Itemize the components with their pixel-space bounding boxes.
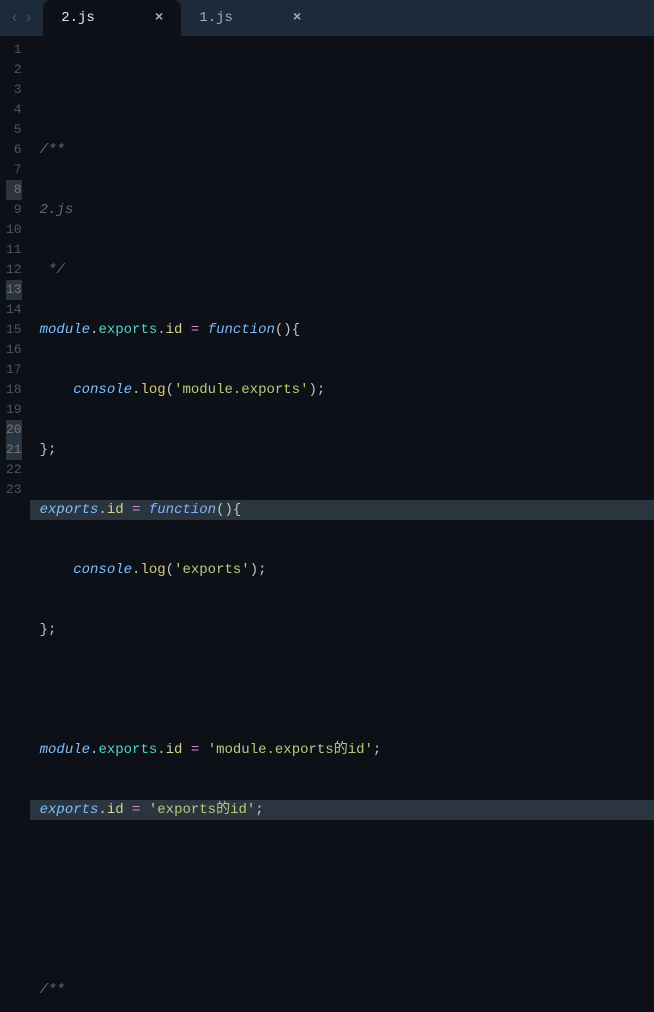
editor: 1 2 3 4 5 6 7 8 9 10 11 12 13 14 15 16 1… [0,36,654,506]
line-number: 9 [6,200,22,220]
line-number: 15 [6,320,22,340]
code-area[interactable]: /** 2.js */ module.exports.id = function… [30,36,654,506]
nav-back-icon[interactable]: ‹ [10,10,20,26]
line-number: 6 [6,140,22,160]
nav-arrows: ‹ › [0,0,43,36]
line-number: 11 [6,240,22,260]
line-number: 17 [6,360,22,380]
line-number: 4 [6,100,22,120]
code-line [30,80,654,100]
code-line: exports.id = function(){ [30,500,654,520]
code-line: }; [30,620,654,640]
code-line: /** [30,140,654,160]
line-number: 13 [6,280,22,300]
tab-2js[interactable]: 2.js × [43,0,181,36]
code-line: exports.id = 'exports的id'; [30,800,654,820]
line-number: 10 [6,220,22,240]
code-line: module.exports.id = function(){ [30,320,654,340]
code-line: module.exports.id = 'module.exports的id'; [30,740,654,760]
code-line [30,920,654,940]
line-number: 7 [6,160,22,180]
line-number: 16 [6,340,22,360]
line-number: 5 [6,120,22,140]
code-line: /** [30,980,654,1000]
tab-label: 2.js [61,10,95,26]
line-number: 22 [6,460,22,480]
tab-bar: ‹ › 2.js × 1.js × [0,0,654,36]
code-line: 2.js [30,200,654,220]
line-number: 20 [6,420,22,440]
line-number: 12 [6,260,22,280]
line-number: 21 [6,440,22,460]
line-number: 18 [6,380,22,400]
line-number: 2 [6,60,22,80]
code-line [30,680,654,700]
line-number: 8 [6,180,22,200]
close-icon[interactable]: × [155,10,163,26]
line-number: 14 [6,300,22,320]
code-line: }; [30,440,654,460]
nav-forward-icon[interactable]: › [24,10,34,26]
tab-label: 1.js [199,10,233,26]
code-line: console.log('module.exports'); [30,380,654,400]
line-number: 1 [6,40,22,60]
line-gutter: 1 2 3 4 5 6 7 8 9 10 11 12 13 14 15 16 1… [0,36,30,506]
line-number: 19 [6,400,22,420]
code-line: console.log('exports'); [30,560,654,580]
code-line [30,860,654,880]
code-line: */ [30,260,654,280]
line-number: 3 [6,80,22,100]
tab-1js[interactable]: 1.js × [181,0,319,36]
close-icon[interactable]: × [293,10,301,26]
line-number: 23 [6,480,22,500]
